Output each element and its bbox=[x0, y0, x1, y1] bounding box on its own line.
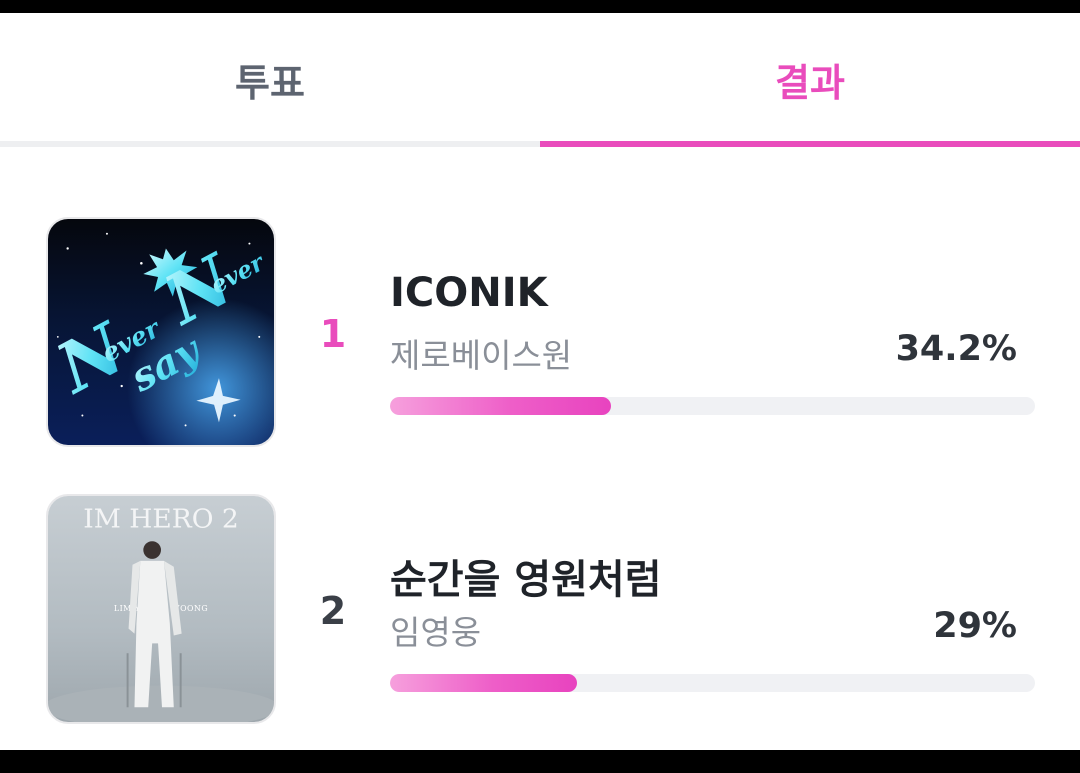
result-row: N ever N ever say 1 ICONIK 제로베이스원 34.2% bbox=[0, 217, 1080, 447]
cover-album-text: IM HERO 2 bbox=[83, 503, 239, 534]
progress-bar bbox=[390, 674, 1035, 692]
artist-name: 임영웅 bbox=[390, 613, 482, 652]
vote-percentage: 29% bbox=[933, 606, 1017, 646]
vote-percentage: 34.2% bbox=[895, 329, 1017, 369]
album-cover-im-hero-2: IM HERO 2 LIM YOUNG WOONG bbox=[46, 494, 276, 724]
song-title: ICONIK bbox=[390, 270, 548, 316]
artist-name: 제로베이스원 bbox=[390, 336, 573, 375]
rank-number: 2 bbox=[319, 589, 347, 633]
progress-bar-fill bbox=[390, 674, 578, 692]
result-row: IM HERO 2 LIM YOUNG WOONG 2 순간을 영원처럼 임영웅… bbox=[0, 494, 1080, 724]
song-title: 순간을 영원처럼 bbox=[390, 557, 662, 603]
progress-bar-fill bbox=[390, 397, 611, 415]
tab-vote[interactable]: 투표 bbox=[0, 13, 540, 147]
rank-number: 1 bbox=[319, 312, 347, 356]
progress-bar bbox=[390, 397, 1035, 415]
album-cover-never-say-never: N ever N ever say bbox=[46, 217, 276, 447]
tab-bar: 투표 결과 bbox=[0, 13, 1080, 147]
tab-result[interactable]: 결과 bbox=[540, 13, 1080, 147]
vote-result-screen: 투표 결과 N ever N ever say 1 ICONIK 제로베이스원 … bbox=[0, 13, 1080, 750]
tab-active-indicator bbox=[540, 141, 1080, 147]
